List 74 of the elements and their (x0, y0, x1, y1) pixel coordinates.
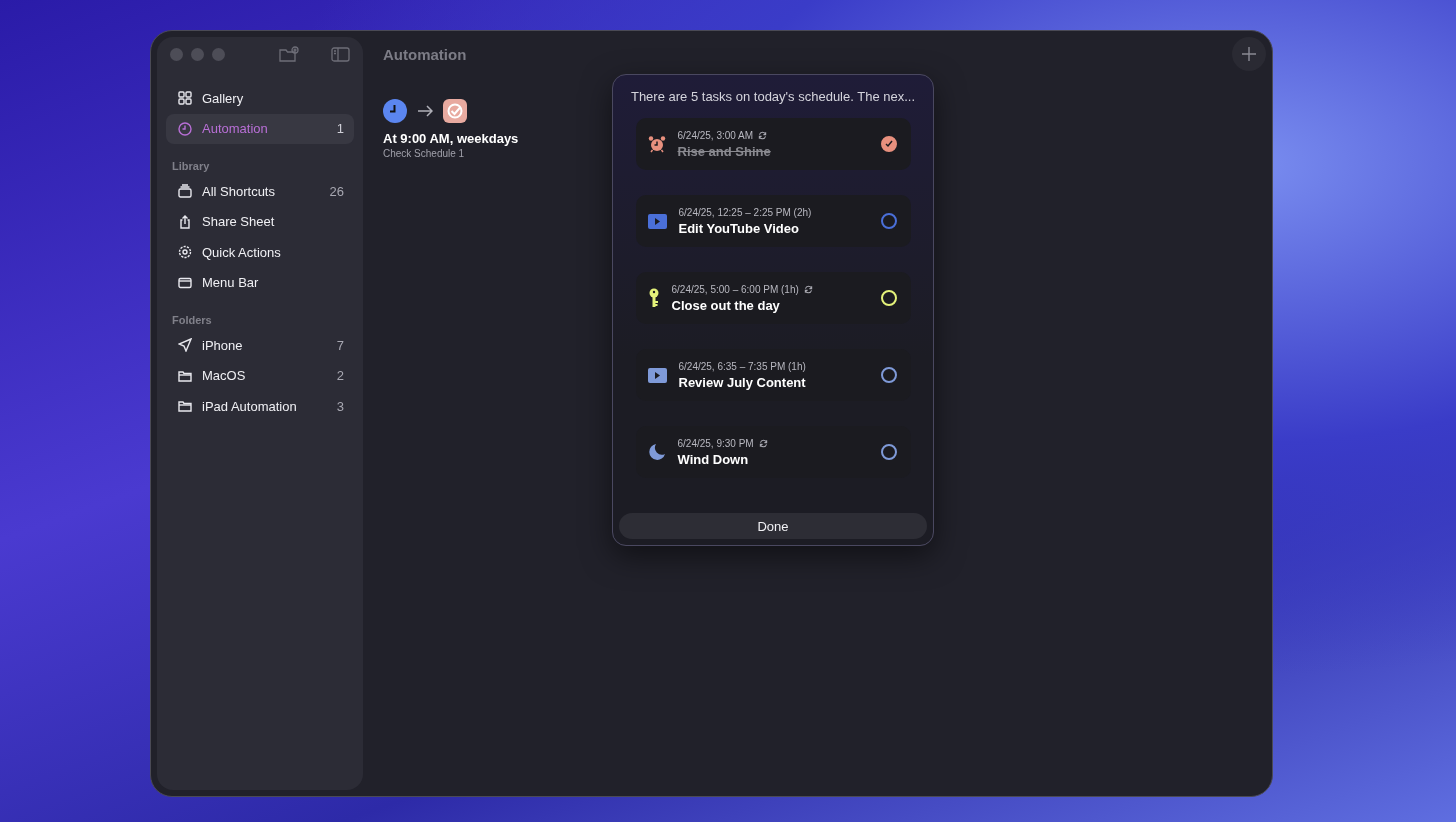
window-title: Automation (383, 45, 467, 63)
sidebar-item[interactable]: Share Sheet (166, 206, 354, 237)
plus-icon (1242, 47, 1256, 61)
task-checkbox[interactable] (880, 367, 897, 383)
sidebar-item[interactable]: iPad Automation 3 (166, 391, 354, 421)
task-card[interactable]: 6/24/25, 3:00 AM Rise and Shine (635, 118, 911, 170)
task-card[interactable]: 6/24/25, 9:30 PM Wind Down (635, 426, 911, 478)
clock-icon (383, 99, 407, 123)
task-title: Rise and Shine (677, 143, 772, 159)
dialog-message: There are 5 tasks on today's schedule. The nex... (630, 89, 916, 104)
repeat-icon (758, 130, 768, 140)
grid-icon (178, 91, 192, 105)
sidebar-item-label: Share Sheet (202, 214, 276, 229)
paper-plane-icon (178, 338, 192, 352)
sidebar-item[interactable]: All Shortcuts 26 (166, 176, 354, 206)
task-card[interactable]: 6/24/25, 12:25 – 2:25 PM (2h) Edit YouTube Video (635, 195, 911, 247)
sidebar-item[interactable]: iPhone 7 (166, 330, 354, 360)
sidebar-item-label: Quick Actions (202, 244, 282, 260)
task-time: 6/24/25, 12:25 – 2:25 PM (2h) (678, 206, 812, 218)
item-count: 2 (336, 368, 344, 383)
task-checkbox[interactable] (880, 136, 897, 152)
checkmark-app-icon (443, 99, 467, 123)
task-time: 6/24/25, 5:00 – 6:00 PM (1h) (671, 283, 799, 295)
alarm-clock-icon (647, 135, 666, 153)
sidebar-item-label: MacOS (202, 368, 247, 383)
section-heading: Library (171, 159, 211, 174)
arrow-icon (417, 105, 433, 117)
window-icon (178, 275, 192, 290)
sidebar-item[interactable]: Gallery (166, 83, 354, 113)
task-checkbox[interactable] (880, 444, 897, 460)
share-icon (178, 214, 192, 229)
task-title: Close out the day (671, 297, 781, 313)
task-card[interactable]: 6/24/25, 5:00 – 6:00 PM (1h) Close out the day (635, 272, 911, 324)
video-play-icon (647, 213, 667, 229)
sidebar-item-label: All Shortcuts (202, 183, 276, 199)
sidebar-item[interactable]: Quick Actions (166, 237, 354, 267)
moon-icon (647, 443, 666, 461)
task-card[interactable]: 6/24/25, 6:35 – 7:35 PM (1h) Review July Content (635, 349, 911, 401)
sidebar-item[interactable]: Menu Bar (166, 267, 354, 298)
settings-icon (178, 245, 192, 259)
video-play-icon (647, 367, 667, 383)
section-heading: Folders (171, 313, 213, 328)
item-count: 3 (336, 398, 344, 414)
new-folder-icon[interactable] (279, 46, 299, 62)
automation-subtitle: Check Schedule 1 (383, 148, 465, 159)
done-button[interactable]: Done (619, 513, 927, 539)
folder-icon (178, 399, 192, 413)
item-count: 1 (336, 121, 344, 136)
stack-icon (178, 184, 192, 198)
sidebar-item-label: iPad Automation (202, 398, 298, 414)
task-checkbox[interactable] (880, 213, 897, 229)
checkmark-icon (884, 140, 893, 148)
clock-icon (178, 121, 192, 136)
task-title: Edit YouTube Video (678, 220, 800, 236)
repeat-icon (803, 284, 813, 294)
folder-icon (178, 368, 192, 383)
key-icon (647, 288, 660, 308)
task-time: 6/24/25, 6:35 – 7:35 PM (1h) (678, 360, 806, 372)
repeat-icon (758, 438, 768, 448)
sidebar-toggle-icon[interactable] (331, 46, 350, 62)
task-time: 6/24/25, 3:00 AM (677, 129, 754, 141)
sidebar-item[interactable]: Automation 1 (166, 113, 354, 144)
sidebar-item-label: Automation (202, 121, 269, 136)
task-time: 6/24/25, 9:30 PM (677, 437, 754, 449)
sidebar-item-label: iPhone (202, 337, 244, 353)
add-button[interactable] (1232, 37, 1266, 71)
task-title: Wind Down (677, 451, 750, 467)
sidebar-item-label: Menu Bar (202, 275, 260, 290)
sidebar-item[interactable]: MacOS 2 (166, 360, 354, 391)
item-count: 7 (336, 337, 344, 353)
item-count: 26 (329, 183, 344, 199)
task-title: Review July Content (678, 374, 807, 390)
sidebar-item-label: Gallery (202, 90, 245, 106)
automation-title: At 9:00 AM, weekdays (383, 131, 519, 146)
